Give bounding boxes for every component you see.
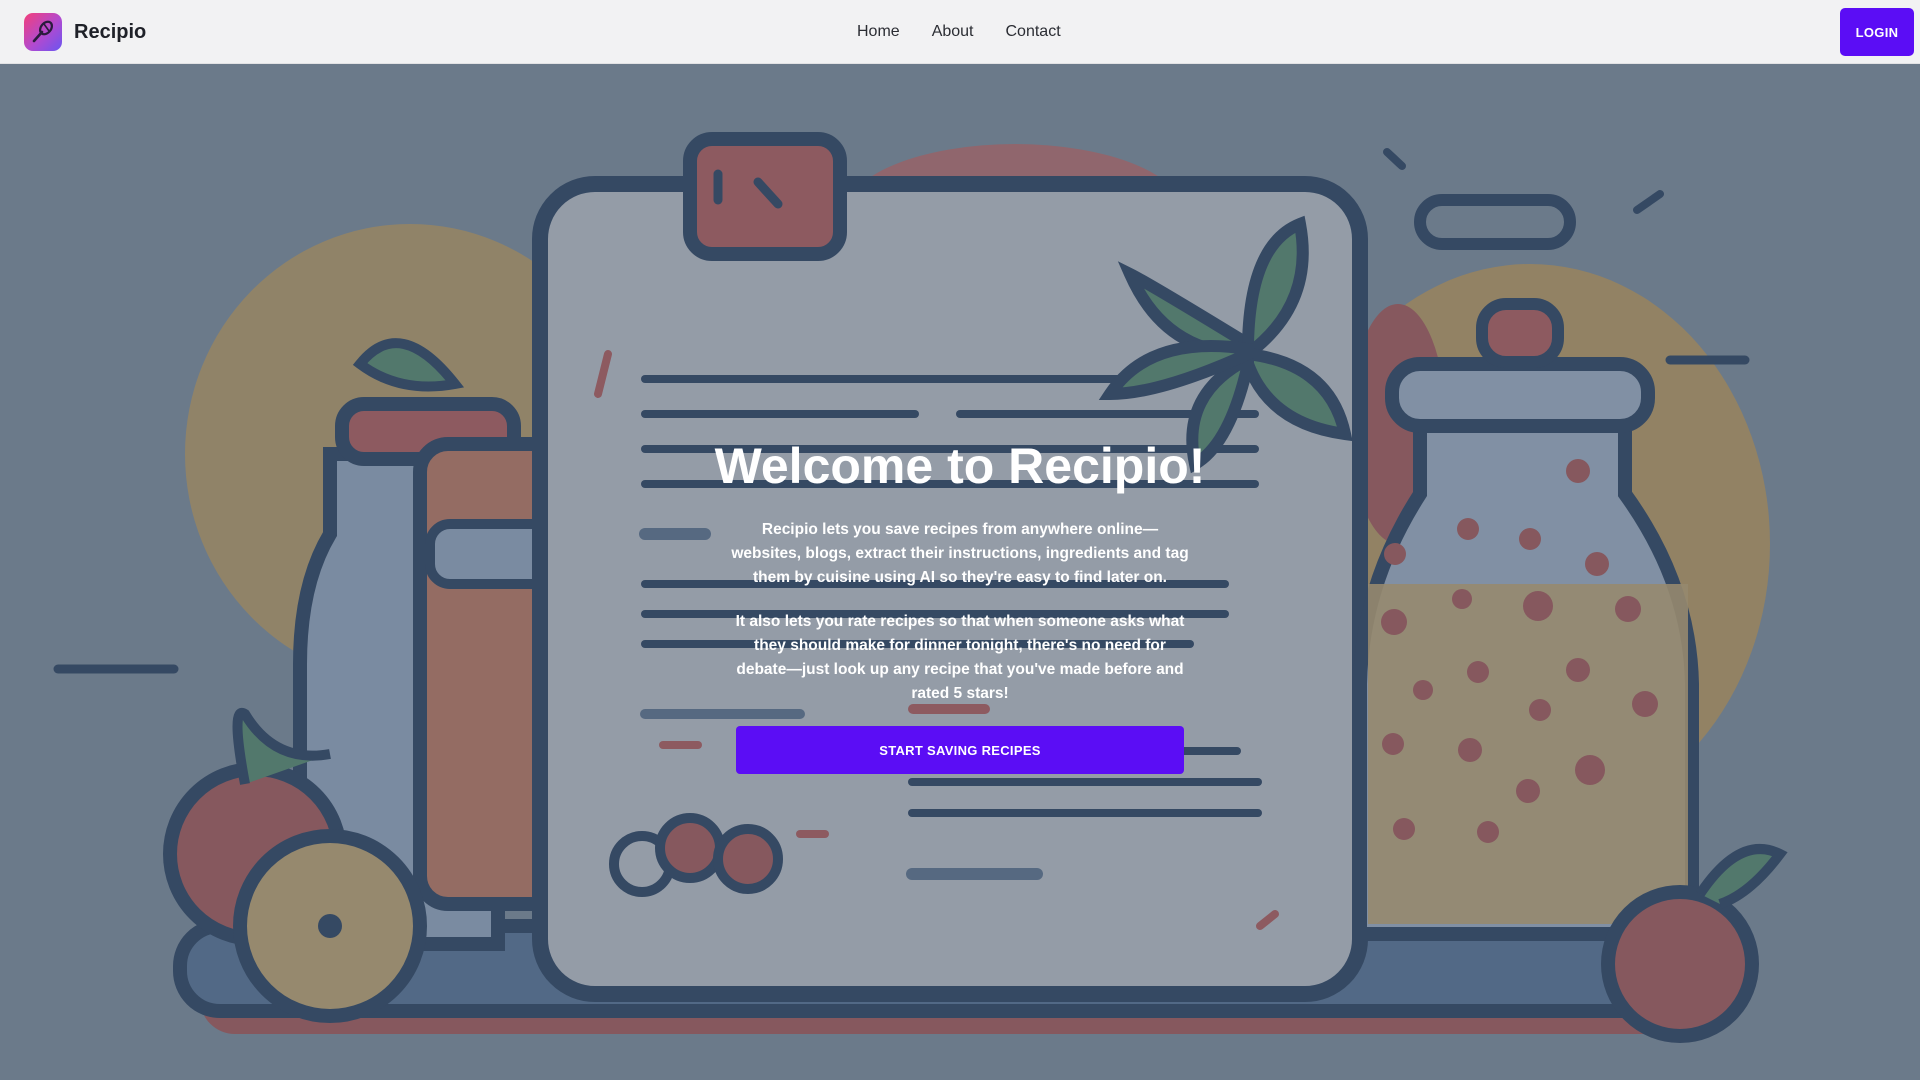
nav-link-home[interactable]: Home xyxy=(857,23,900,41)
whisk-icon xyxy=(24,13,62,51)
hero-paragraph-rating: It also lets you rate recipes so that wh… xyxy=(735,613,1185,702)
nav-link-contact[interactable]: Contact xyxy=(1006,23,1061,41)
top-navbar: Recipio Home About Contact LOGIN xyxy=(0,0,1920,64)
hero-content: Welcome to Recipio! Recipio lets you sav… xyxy=(710,436,1210,774)
hero-section: Welcome to Recipio! Recipio lets you sav… xyxy=(0,64,1920,1080)
nav-link-about[interactable]: About xyxy=(932,23,974,41)
login-button[interactable]: LOGIN xyxy=(1840,8,1914,56)
start-saving-recipes-button[interactable]: START SAVING RECIPES xyxy=(736,726,1184,774)
hero-title: Welcome to Recipio! xyxy=(714,438,1206,494)
brand-name: Recipio xyxy=(74,20,147,43)
hero-paragraph-intro: Recipio lets you save recipes from anywh… xyxy=(731,521,1189,586)
main-nav: Home About Contact xyxy=(857,0,1093,64)
brand[interactable]: Recipio xyxy=(24,13,146,51)
